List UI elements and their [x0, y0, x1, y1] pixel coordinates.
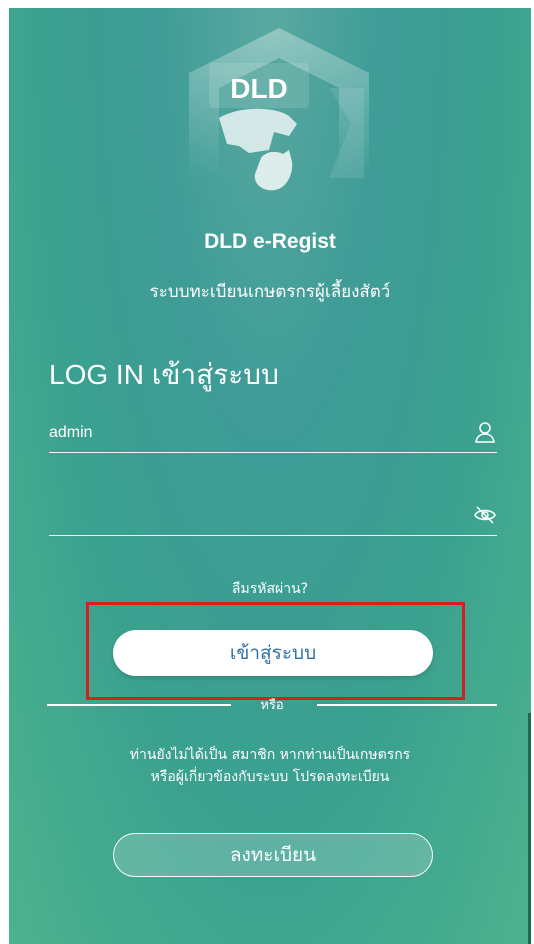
forgot-password-link[interactable]: ลืมรหัสผ่าน?: [9, 578, 531, 600]
username-input[interactable]: [49, 416, 449, 450]
user-icon: [475, 422, 495, 443]
login-screen: DLD DLD e-Regist ระบบทะเบียนเกษตรกรผู้เล…: [9, 8, 531, 944]
scroll-indicator: [528, 713, 531, 944]
login-heading: LOG IN เข้าสู่ระบบ: [49, 359, 279, 390]
register-info-line2: หรือผู้เกี่ยวข้องกับระบบ โปรดลงทะเบียน: [150, 769, 390, 785]
or-divider: หรือ: [47, 698, 497, 713]
app-title: DLD e-Regist: [204, 230, 336, 253]
logo-text: DLD: [230, 73, 288, 104]
register-info-line1: ท่านยังไม่ได้เป็น สมาชิก หากท่านเป็นเกษต…: [129, 747, 411, 763]
username-field: [49, 416, 497, 453]
eye-off-icon[interactable]: [473, 503, 497, 527]
register-button[interactable]: ลงทะเบียน: [113, 833, 433, 877]
register-info: ท่านยังไม่ได้เป็น สมาชิก หากท่านเป็นเกษต…: [9, 744, 531, 788]
highlight-box: [86, 602, 465, 700]
password-field: [49, 499, 497, 536]
password-input[interactable]: [49, 499, 449, 533]
app-subtitle: ระบบทะเบียนเกษตรกรผู้เลี้ยงสัตว์: [149, 282, 391, 302]
divider-line-right: [317, 704, 497, 706]
dld-logo: DLD: [189, 28, 369, 191]
